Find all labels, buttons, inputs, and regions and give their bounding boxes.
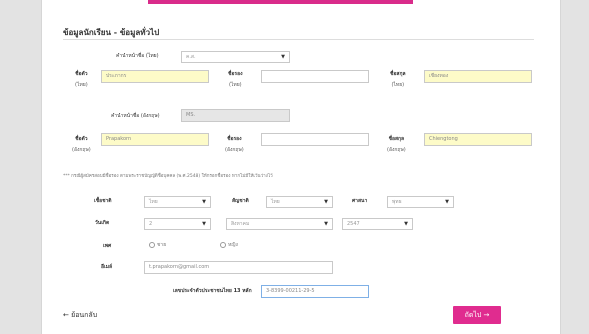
email-label: อีเมล์ bbox=[101, 264, 113, 270]
thai-prefix-value: ค.ส. bbox=[186, 54, 196, 60]
chevron-down-icon: ▼ bbox=[281, 54, 285, 60]
religion-value: พุทธ bbox=[392, 199, 402, 205]
race-label: เชื้อชาติ bbox=[94, 198, 112, 204]
top-accent-bar bbox=[148, 0, 413, 4]
nationality-value: ไทย bbox=[271, 199, 280, 205]
gender-label: เพศ bbox=[103, 243, 112, 249]
page-title: ข้อมูลนักเรียน - ข้อมูลทั่วไป bbox=[63, 28, 160, 37]
chevron-down-icon: ▼ bbox=[445, 199, 449, 205]
chevron-down-icon: ▼ bbox=[404, 221, 408, 227]
birthdate-label: วันเกิด bbox=[95, 220, 110, 226]
thai-first-name-input[interactable]: ประภากร bbox=[101, 70, 209, 83]
thai-prefix-label: คำนำหน้าชื่อ (ไทย) bbox=[116, 53, 159, 59]
next-button[interactable]: ถัดไป → bbox=[453, 306, 501, 324]
thai-middle-name-input[interactable] bbox=[261, 70, 369, 83]
thai-prefix-select[interactable]: ค.ส. ▼ bbox=[181, 51, 290, 63]
english-last-name-input[interactable]: Chiengtong bbox=[424, 133, 532, 146]
english-last-name-label: ชื่อสกุล (อังกฤษ) bbox=[387, 136, 406, 153]
national-id-label: เลขประจำตัวประชาชนไทย 13 หลัก bbox=[173, 288, 252, 294]
thai-last-name-label: ชื่อสกุล (ไทย) bbox=[390, 71, 406, 88]
back-button[interactable]: ← ย้อนกลับ bbox=[63, 310, 97, 321]
birth-year-select[interactable]: 2547 ▼ bbox=[342, 218, 413, 230]
english-first-name-label: ชื่อตัว (อังกฤษ) bbox=[72, 136, 91, 153]
birth-day-value: 2 bbox=[149, 221, 153, 227]
radio-icon bbox=[149, 241, 155, 248]
nationality-select[interactable]: ไทย ▼ bbox=[266, 196, 333, 208]
english-prefix-field: MS. bbox=[181, 109, 290, 122]
chevron-down-icon: ▼ bbox=[324, 221, 328, 227]
gender-male-radio[interactable]: ชาย bbox=[149, 241, 166, 249]
race-select[interactable]: ไทย ▼ bbox=[144, 196, 211, 208]
thai-last-name-input[interactable]: เชียงทอง bbox=[424, 70, 532, 83]
nationality-label: สัญชาติ bbox=[232, 198, 249, 204]
english-middle-name-label: ชื่อรอง (อังกฤษ) bbox=[225, 136, 244, 153]
english-first-name-input[interactable]: Prapakorn bbox=[101, 133, 209, 146]
chevron-down-icon: ▼ bbox=[324, 199, 328, 205]
english-middle-name-input[interactable] bbox=[261, 133, 369, 146]
birth-month-select[interactable]: สิงหาคม ▼ bbox=[226, 218, 333, 230]
race-value: ไทย bbox=[149, 199, 158, 205]
gender-female-radio[interactable]: หญิง bbox=[220, 241, 238, 249]
birth-day-select[interactable]: 2 ▼ bbox=[144, 218, 211, 230]
religion-label: ศาสนา bbox=[352, 198, 368, 204]
chevron-down-icon: ▼ bbox=[202, 221, 206, 227]
birth-month-value: สิงหาคม bbox=[231, 221, 250, 227]
birth-year-value: 2547 bbox=[347, 221, 360, 227]
email-input[interactable]: t.prapakorn@gmail.com bbox=[144, 261, 333, 274]
national-id-input[interactable]: 3-8399-00211-29-5 bbox=[261, 285, 369, 298]
religion-select[interactable]: พุทธ ▼ bbox=[387, 196, 454, 208]
thai-first-name-label: ชื่อตัว (ไทย) bbox=[75, 71, 88, 88]
thai-middle-name-label: ชื่อรอง (ไทย) bbox=[228, 71, 243, 88]
chevron-down-icon: ▼ bbox=[202, 199, 206, 205]
english-prefix-label: คำนำหน้าชื่อ (อังกฤษ) bbox=[111, 113, 160, 119]
title-divider bbox=[63, 39, 534, 40]
middle-name-note: *** กรณีผู้สมัครสอบมีชื่อรอง ตามพระราชบั… bbox=[63, 174, 273, 179]
radio-icon bbox=[220, 241, 226, 248]
